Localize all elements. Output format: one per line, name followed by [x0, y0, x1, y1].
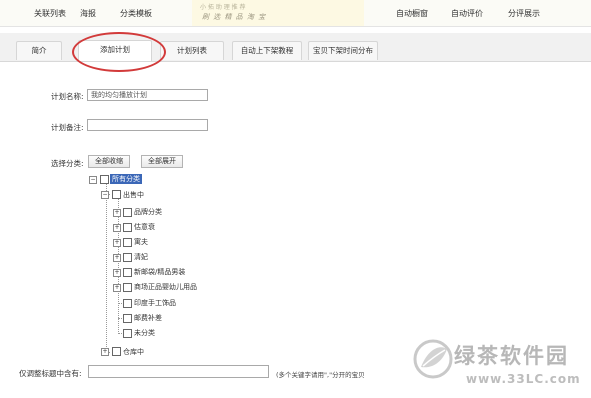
child-checkbox[interactable]	[123, 223, 132, 232]
promo-banner-line1: 小 拓 助 理 推 荐	[200, 4, 246, 11]
warehouse-expander-icon[interactable]: +	[101, 348, 109, 356]
plan-name-label: 计划名称:	[51, 92, 84, 101]
child-checkbox[interactable]	[123, 329, 132, 338]
child-checkbox[interactable]	[123, 283, 132, 292]
promo-banner: 小 拓 助 理 推 荐 刷 选 精 品 淘 宝	[192, 0, 364, 26]
tab-intro[interactable]: 简介	[16, 41, 62, 60]
tree-node-child[interactable]: 品牌分类	[134, 207, 162, 217]
tree-node-warehouse[interactable]: 仓库中	[123, 347, 144, 357]
tree-node-on-sale[interactable]: 出售中	[123, 190, 144, 200]
expand-all-button[interactable]: 全部展开	[141, 155, 183, 168]
watermark-url: www.33LC.com	[466, 372, 581, 386]
tree-node-child[interactable]: 寓夫	[134, 237, 148, 247]
tree-node-child[interactable]: 未分类	[134, 328, 155, 338]
child-expander-icon[interactable]: +	[113, 284, 121, 292]
nav-link-poster[interactable]: 海报	[80, 8, 96, 19]
warehouse-checkbox[interactable]	[112, 347, 121, 356]
keyword-filter-label: 仅调整标题中含有:	[19, 369, 82, 378]
on-sale-checkbox[interactable]	[112, 190, 121, 199]
child-expander-icon[interactable]: +	[113, 224, 121, 232]
child-expander-icon[interactable]: +	[113, 209, 121, 217]
collapse-all-button[interactable]: 全部收缩	[88, 155, 130, 168]
child-expander-icon[interactable]: +	[113, 239, 121, 247]
child-checkbox[interactable]	[123, 208, 132, 217]
promo-banner-line2: 刷 选 精 品 淘 宝	[202, 13, 267, 21]
tree-node-all-categories[interactable]: 所有分类	[110, 174, 142, 184]
keyword-filter-hint: (多个关键字请用","分开的宝贝	[276, 371, 365, 379]
nav-link-review-display[interactable]: 分评展示	[508, 8, 540, 19]
category-label: 选择分类:	[51, 159, 84, 168]
highlight-circle	[72, 32, 166, 72]
top-nav: 关联列表 海报 分类模板 小 拓 助 理 推 荐 刷 选 精 品 淘 宝 自动橱…	[0, 0, 591, 27]
plan-name-input[interactable]	[87, 89, 208, 101]
tree-node-child[interactable]: 新邮袋/精品男装	[134, 267, 185, 277]
nav-link-auto-showcase[interactable]: 自动橱窗	[396, 8, 428, 19]
leaf-logo-icon	[413, 339, 453, 379]
plan-note-input[interactable]	[87, 119, 208, 131]
tree-node-child[interactable]: 邮费补差	[134, 313, 162, 323]
tab-delisting-time-distribution[interactable]: 宝贝下架时间分布	[308, 41, 378, 60]
child-expander-icon[interactable]: +	[113, 254, 121, 262]
tab-auto-listing-tutorial[interactable]: 自动上下架教程	[232, 41, 302, 60]
plan-note-label: 计划备注:	[51, 123, 84, 132]
child-checkbox[interactable]	[123, 299, 132, 308]
on-sale-expander-icon[interactable]: −	[101, 191, 109, 199]
tab-plan-list[interactable]: 计划列表	[160, 41, 224, 60]
nav-link-category-template[interactable]: 分类模板	[120, 8, 152, 19]
child-checkbox[interactable]	[123, 314, 132, 323]
tree-node-child[interactable]: 印度手工饰品	[134, 298, 176, 308]
child-checkbox[interactable]	[123, 253, 132, 262]
keyword-filter-input[interactable]	[88, 365, 269, 378]
nav-link-association-list[interactable]: 关联列表	[34, 8, 66, 19]
tree-node-child[interactable]: 估意衰	[134, 222, 155, 232]
child-expander-icon[interactable]: +	[113, 269, 121, 277]
tree-node-child[interactable]: 清妃	[134, 252, 148, 262]
root-expander-icon[interactable]: −	[89, 176, 97, 184]
child-checkbox[interactable]	[123, 268, 132, 277]
watermark-text: 绿茶软件园	[454, 344, 569, 368]
nav-link-auto-review[interactable]: 自动评价	[451, 8, 483, 19]
root-checkbox[interactable]	[100, 175, 109, 184]
tree-node-child[interactable]: 商场正品婴幼儿用品	[134, 282, 197, 292]
child-checkbox[interactable]	[123, 238, 132, 247]
